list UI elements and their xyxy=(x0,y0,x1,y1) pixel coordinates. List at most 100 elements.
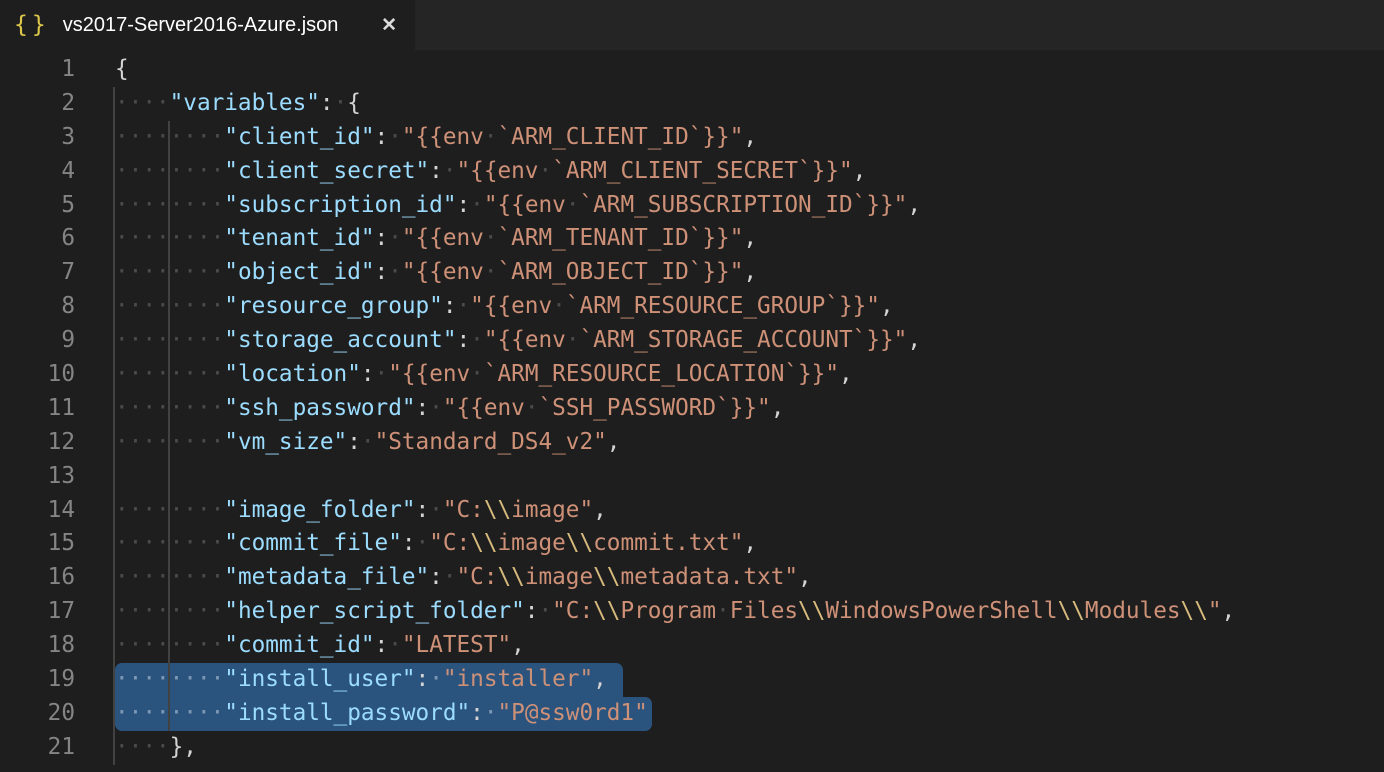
line-number[interactable]: 4 xyxy=(0,155,75,189)
code-token: , xyxy=(839,361,853,387)
code-line-1[interactable]: 1{ xyxy=(0,53,1384,87)
code-line-20[interactable]: 20 ········"install_password":·"P@ssw0rd1… xyxy=(0,697,1384,731)
code-token: "location" xyxy=(224,361,361,387)
whitespace-dots: ········ xyxy=(115,666,224,692)
line-number[interactable]: 9 xyxy=(0,324,75,358)
whitespace-dots: · xyxy=(388,225,402,251)
code-line-8[interactable]: 8········"resource_group":·"{{env·`ARM_R… xyxy=(0,290,1384,324)
whitespace-dots: · xyxy=(484,225,498,251)
tab-vs2017-server2016-azure-json[interactable]: {} vs2017-Server2016-Azure.json ✕ xyxy=(0,0,415,50)
code-line-10[interactable]: 10········"location":·"{{env·`ARM_RESOUR… xyxy=(0,358,1384,392)
code-token: "Standard_DS4_v2" xyxy=(375,429,607,455)
whitespace-dots: · xyxy=(429,395,443,421)
whitespace-dots: ········ xyxy=(115,530,224,556)
line-number[interactable]: 14 xyxy=(0,494,75,528)
line-number[interactable]: 18 xyxy=(0,629,75,663)
code-line-14[interactable]: 14········"image_folder":·"C:\\image", xyxy=(0,494,1384,528)
code-token: "LATEST" xyxy=(402,632,511,658)
selection-highlight: ········"install_user":·"installer", xyxy=(115,663,623,697)
line-number[interactable]: 1 xyxy=(0,53,75,87)
whitespace-dots: ········ xyxy=(115,429,224,455)
code-line-21[interactable]: 21····}, xyxy=(0,731,1384,765)
code-token: : xyxy=(416,497,430,523)
code-line-19[interactable]: 19 ········"install_user":·"installer", xyxy=(0,663,1384,697)
code-token: "helper_script_folder" xyxy=(224,598,525,624)
whitespace-dots: ········ xyxy=(115,192,224,218)
code-token: "{{env xyxy=(484,327,566,353)
tab-close-icon[interactable]: ✕ xyxy=(381,16,397,35)
code-token: "ssh_password" xyxy=(224,395,415,421)
code-token: \\ xyxy=(498,564,525,590)
code-token: `ARM_TENANT_ID`}}" xyxy=(498,225,744,251)
code-token: , xyxy=(743,124,757,150)
selection-highlight: ········"install_password":·"P@ssw0rd1" xyxy=(115,697,652,731)
line-number[interactable]: 17 xyxy=(0,595,75,629)
whitespace-dots: ········ xyxy=(115,632,224,658)
code-token: , xyxy=(607,429,621,455)
code-line-15[interactable]: 15········"commit_file":·"C:\\image\\com… xyxy=(0,527,1384,561)
whitespace-dots: · xyxy=(484,700,498,726)
line-number[interactable]: 16 xyxy=(0,561,75,595)
whitespace-dots: · xyxy=(566,192,580,218)
line-number[interactable]: 19 xyxy=(0,663,75,697)
code-token: "{{env xyxy=(388,361,470,387)
code-token: : xyxy=(375,225,389,251)
code-token: : xyxy=(375,124,389,150)
code-line-7[interactable]: 7········"object_id":·"{{env·`ARM_OBJECT… xyxy=(0,256,1384,290)
whitespace-dots: ········ xyxy=(115,124,224,150)
whitespace-dots: · xyxy=(334,90,348,116)
code-token: : xyxy=(375,632,389,658)
code-token: `ARM_RESOURCE_GROUP`}}" xyxy=(566,293,880,319)
code-line-3[interactable]: 3········"client_id":·"{{env·`ARM_CLIENT… xyxy=(0,121,1384,155)
line-number[interactable]: 10 xyxy=(0,358,75,392)
code-editor[interactable]: 1{2····"variables":·{3········"client_id… xyxy=(0,50,1384,772)
code-line-6[interactable]: 6········"tenant_id":·"{{env·`ARM_TENANT… xyxy=(0,222,1384,256)
code-line-5[interactable]: 5········"subscription_id":·"{{env·`ARM_… xyxy=(0,189,1384,223)
line-number[interactable]: 2 xyxy=(0,87,75,121)
code-line-9[interactable]: 9········"storage_account":·"{{env·`ARM_… xyxy=(0,324,1384,358)
code-token: "{{env xyxy=(484,192,566,218)
code-token: "C: xyxy=(552,598,593,624)
line-number[interactable]: 11 xyxy=(0,392,75,426)
code-token: , xyxy=(743,530,757,556)
line-number[interactable]: 5 xyxy=(0,189,75,223)
line-number[interactable]: 12 xyxy=(0,426,75,460)
code-token: { xyxy=(115,56,129,82)
whitespace-dots: · xyxy=(388,124,402,150)
code-token: "resource_group" xyxy=(224,293,443,319)
code-line-13[interactable]: 13 xyxy=(0,460,1384,494)
line-number[interactable]: 20 xyxy=(0,697,75,731)
code-line-11[interactable]: 11········"ssh_password":·"{{env·`SSH_PA… xyxy=(0,392,1384,426)
code-token: `ARM_RESOURCE_LOCATION`}}" xyxy=(484,361,839,387)
whitespace-dots: · xyxy=(361,429,375,455)
whitespace-dots: · xyxy=(525,395,539,421)
code-line-4[interactable]: 4········"client_secret":·"{{env·`ARM_CL… xyxy=(0,155,1384,189)
line-number[interactable]: 3 xyxy=(0,121,75,155)
code-line-17[interactable]: 17········"helper_script_folder":·"C:\\P… xyxy=(0,595,1384,629)
code-token: , xyxy=(1222,598,1236,624)
line-number[interactable]: 13 xyxy=(0,460,75,494)
code-token: "storage_account" xyxy=(224,327,456,353)
code-token: : xyxy=(470,700,484,726)
code-line-2[interactable]: 2····"variables":·{ xyxy=(0,87,1384,121)
code-line-16[interactable]: 16········"metadata_file":·"C:\\image\\m… xyxy=(0,561,1384,595)
code-token: : xyxy=(416,395,430,421)
code-line-18[interactable]: 18········"commit_id":·"LATEST", xyxy=(0,629,1384,663)
line-number[interactable]: 7 xyxy=(0,256,75,290)
code-token: "{{env xyxy=(402,124,484,150)
line-number[interactable]: 15 xyxy=(0,527,75,561)
line-number[interactable]: 6 xyxy=(0,222,75,256)
whitespace-dots: ········ xyxy=(115,497,224,523)
code-token: , xyxy=(593,497,607,523)
code-line-12[interactable]: 12········"vm_size":·"Standard_DS4_v2", xyxy=(0,426,1384,460)
code-token: : xyxy=(375,259,389,285)
code-token: metadata.txt" xyxy=(620,564,798,590)
code-token: "{{env xyxy=(443,395,525,421)
whitespace-dots: · xyxy=(470,361,484,387)
line-number[interactable]: 21 xyxy=(0,731,75,765)
code-token: : xyxy=(443,293,457,319)
line-number[interactable]: 8 xyxy=(0,290,75,324)
code-token: \\ xyxy=(566,530,593,556)
code-token: , xyxy=(880,293,894,319)
json-file-icon: {} xyxy=(14,12,50,38)
